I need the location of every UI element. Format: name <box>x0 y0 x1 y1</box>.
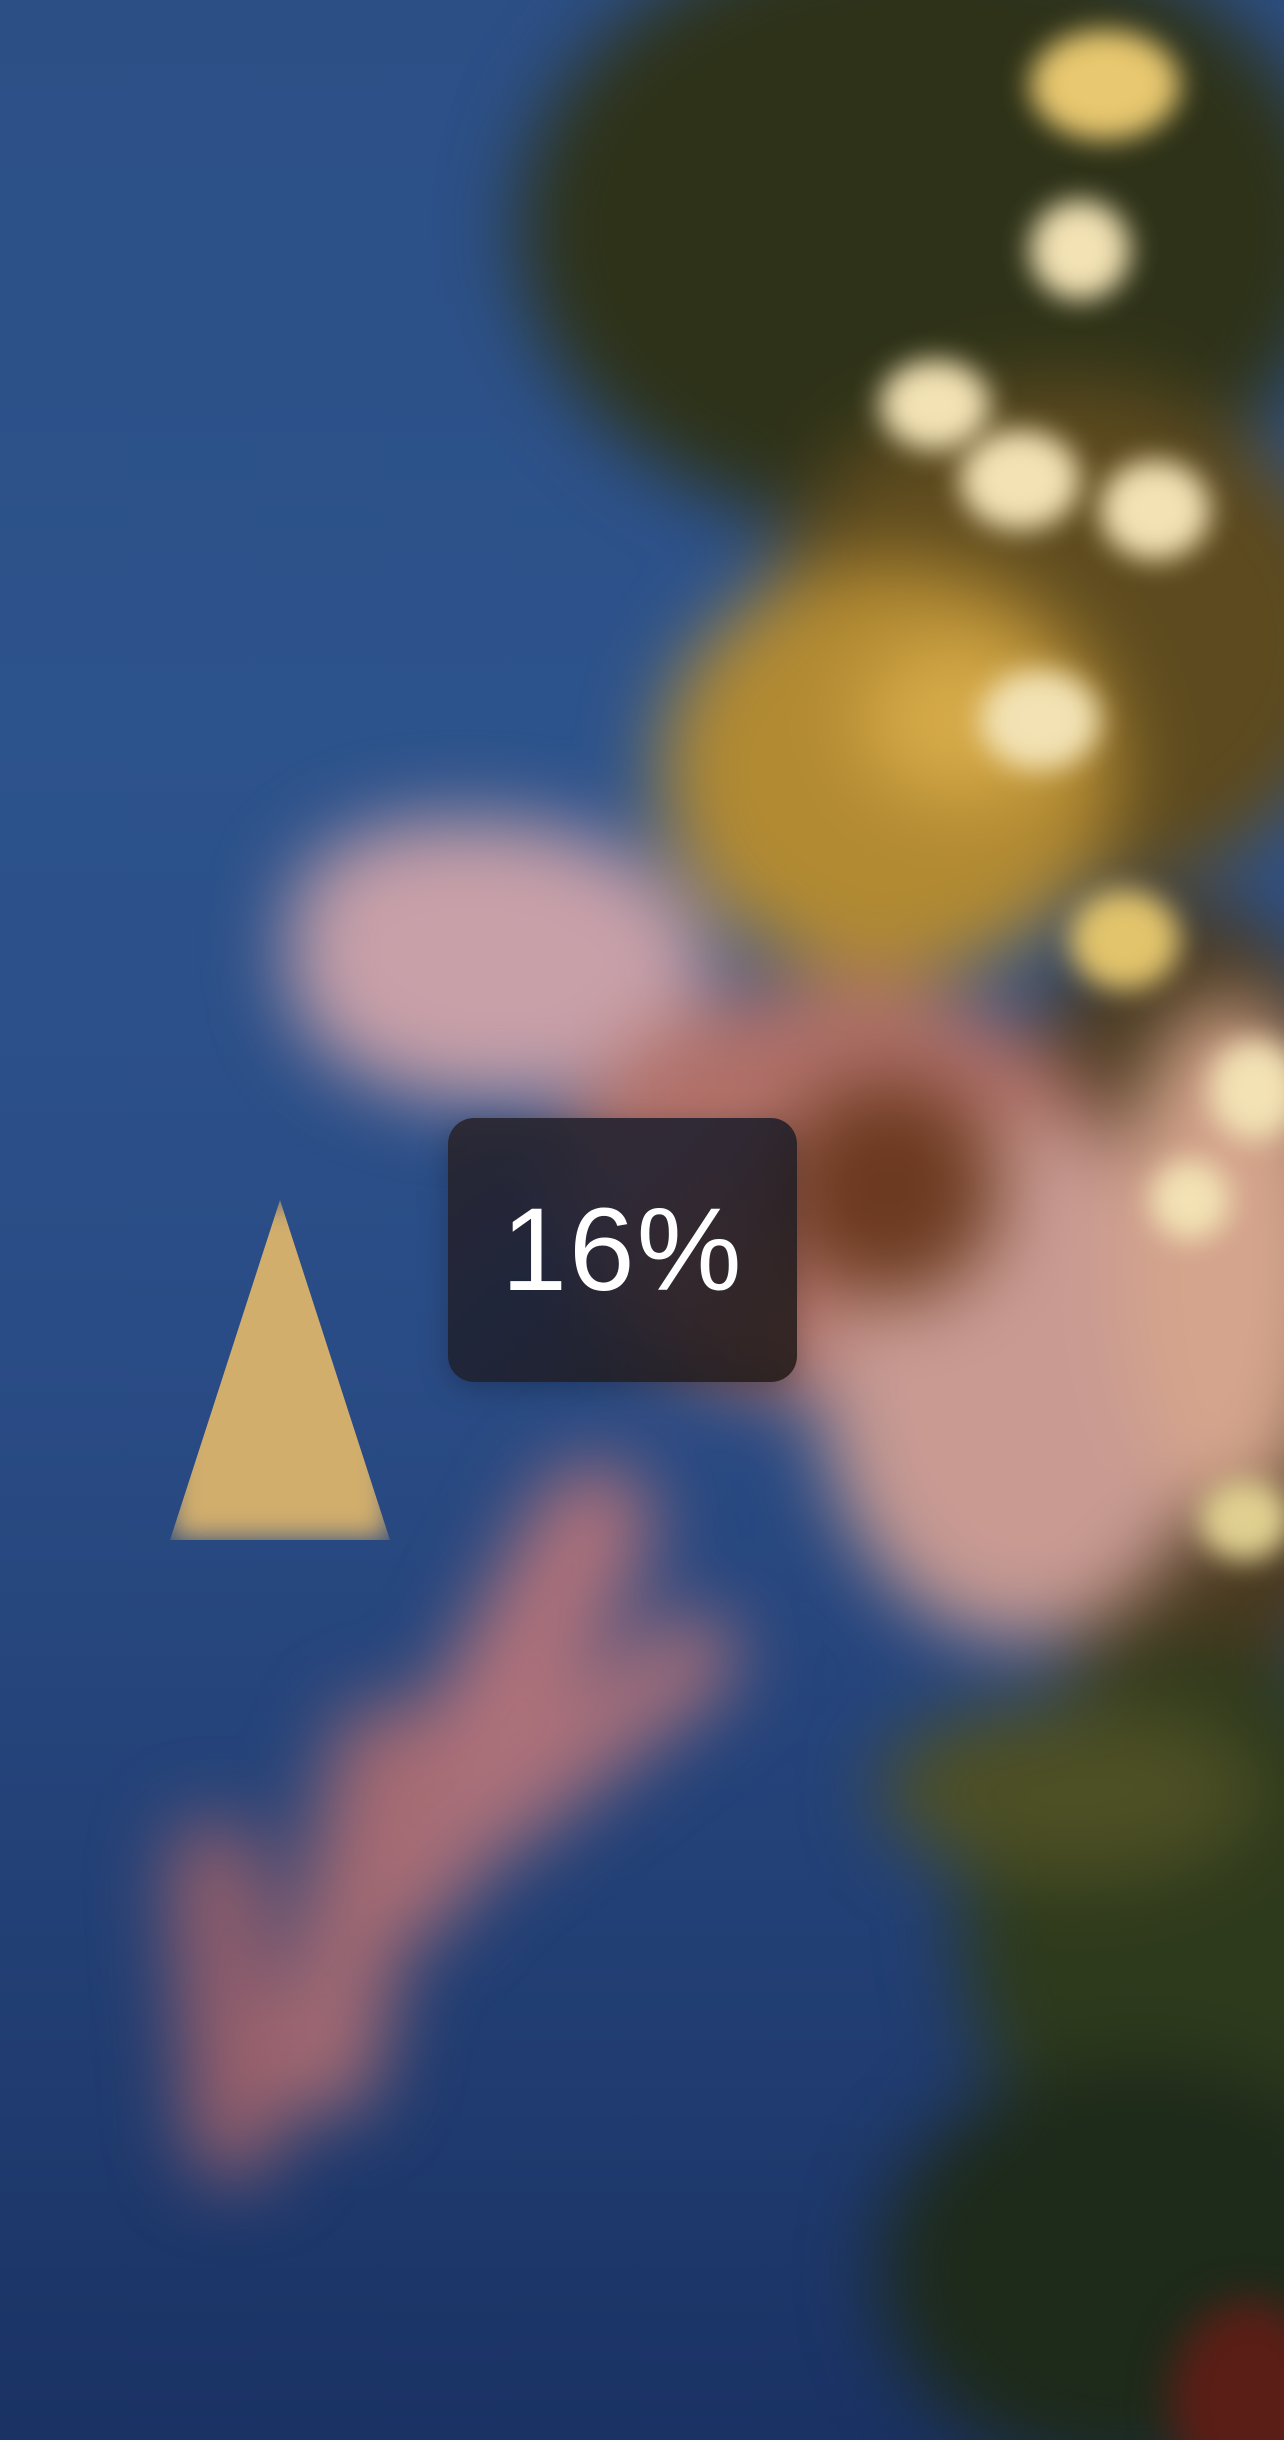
wallpaper-ribbon <box>167 1817 283 2183</box>
wallpaper-bokeh-light <box>960 430 1080 530</box>
wallpaper-bokeh-light <box>1100 460 1210 560</box>
wallpaper-bokeh-light <box>1030 200 1130 300</box>
wallpaper-bow-knot <box>780 1080 1000 1300</box>
level-indicator-hud: 16% <box>448 1118 797 1382</box>
level-percentage: 16% <box>501 1184 744 1316</box>
wallpaper-bokeh-light <box>1200 1480 1284 1560</box>
wallpaper-bokeh-light <box>1150 1160 1230 1240</box>
wallpaper-bokeh-light <box>1030 30 1180 140</box>
wallpaper-foliage <box>880 1700 1260 1880</box>
lock-screen: 16% <box>0 0 1284 2440</box>
wallpaper-bokeh-light <box>1070 890 1180 990</box>
wallpaper-bokeh-light <box>880 360 990 450</box>
wallpaper-bokeh-light <box>980 670 1100 770</box>
